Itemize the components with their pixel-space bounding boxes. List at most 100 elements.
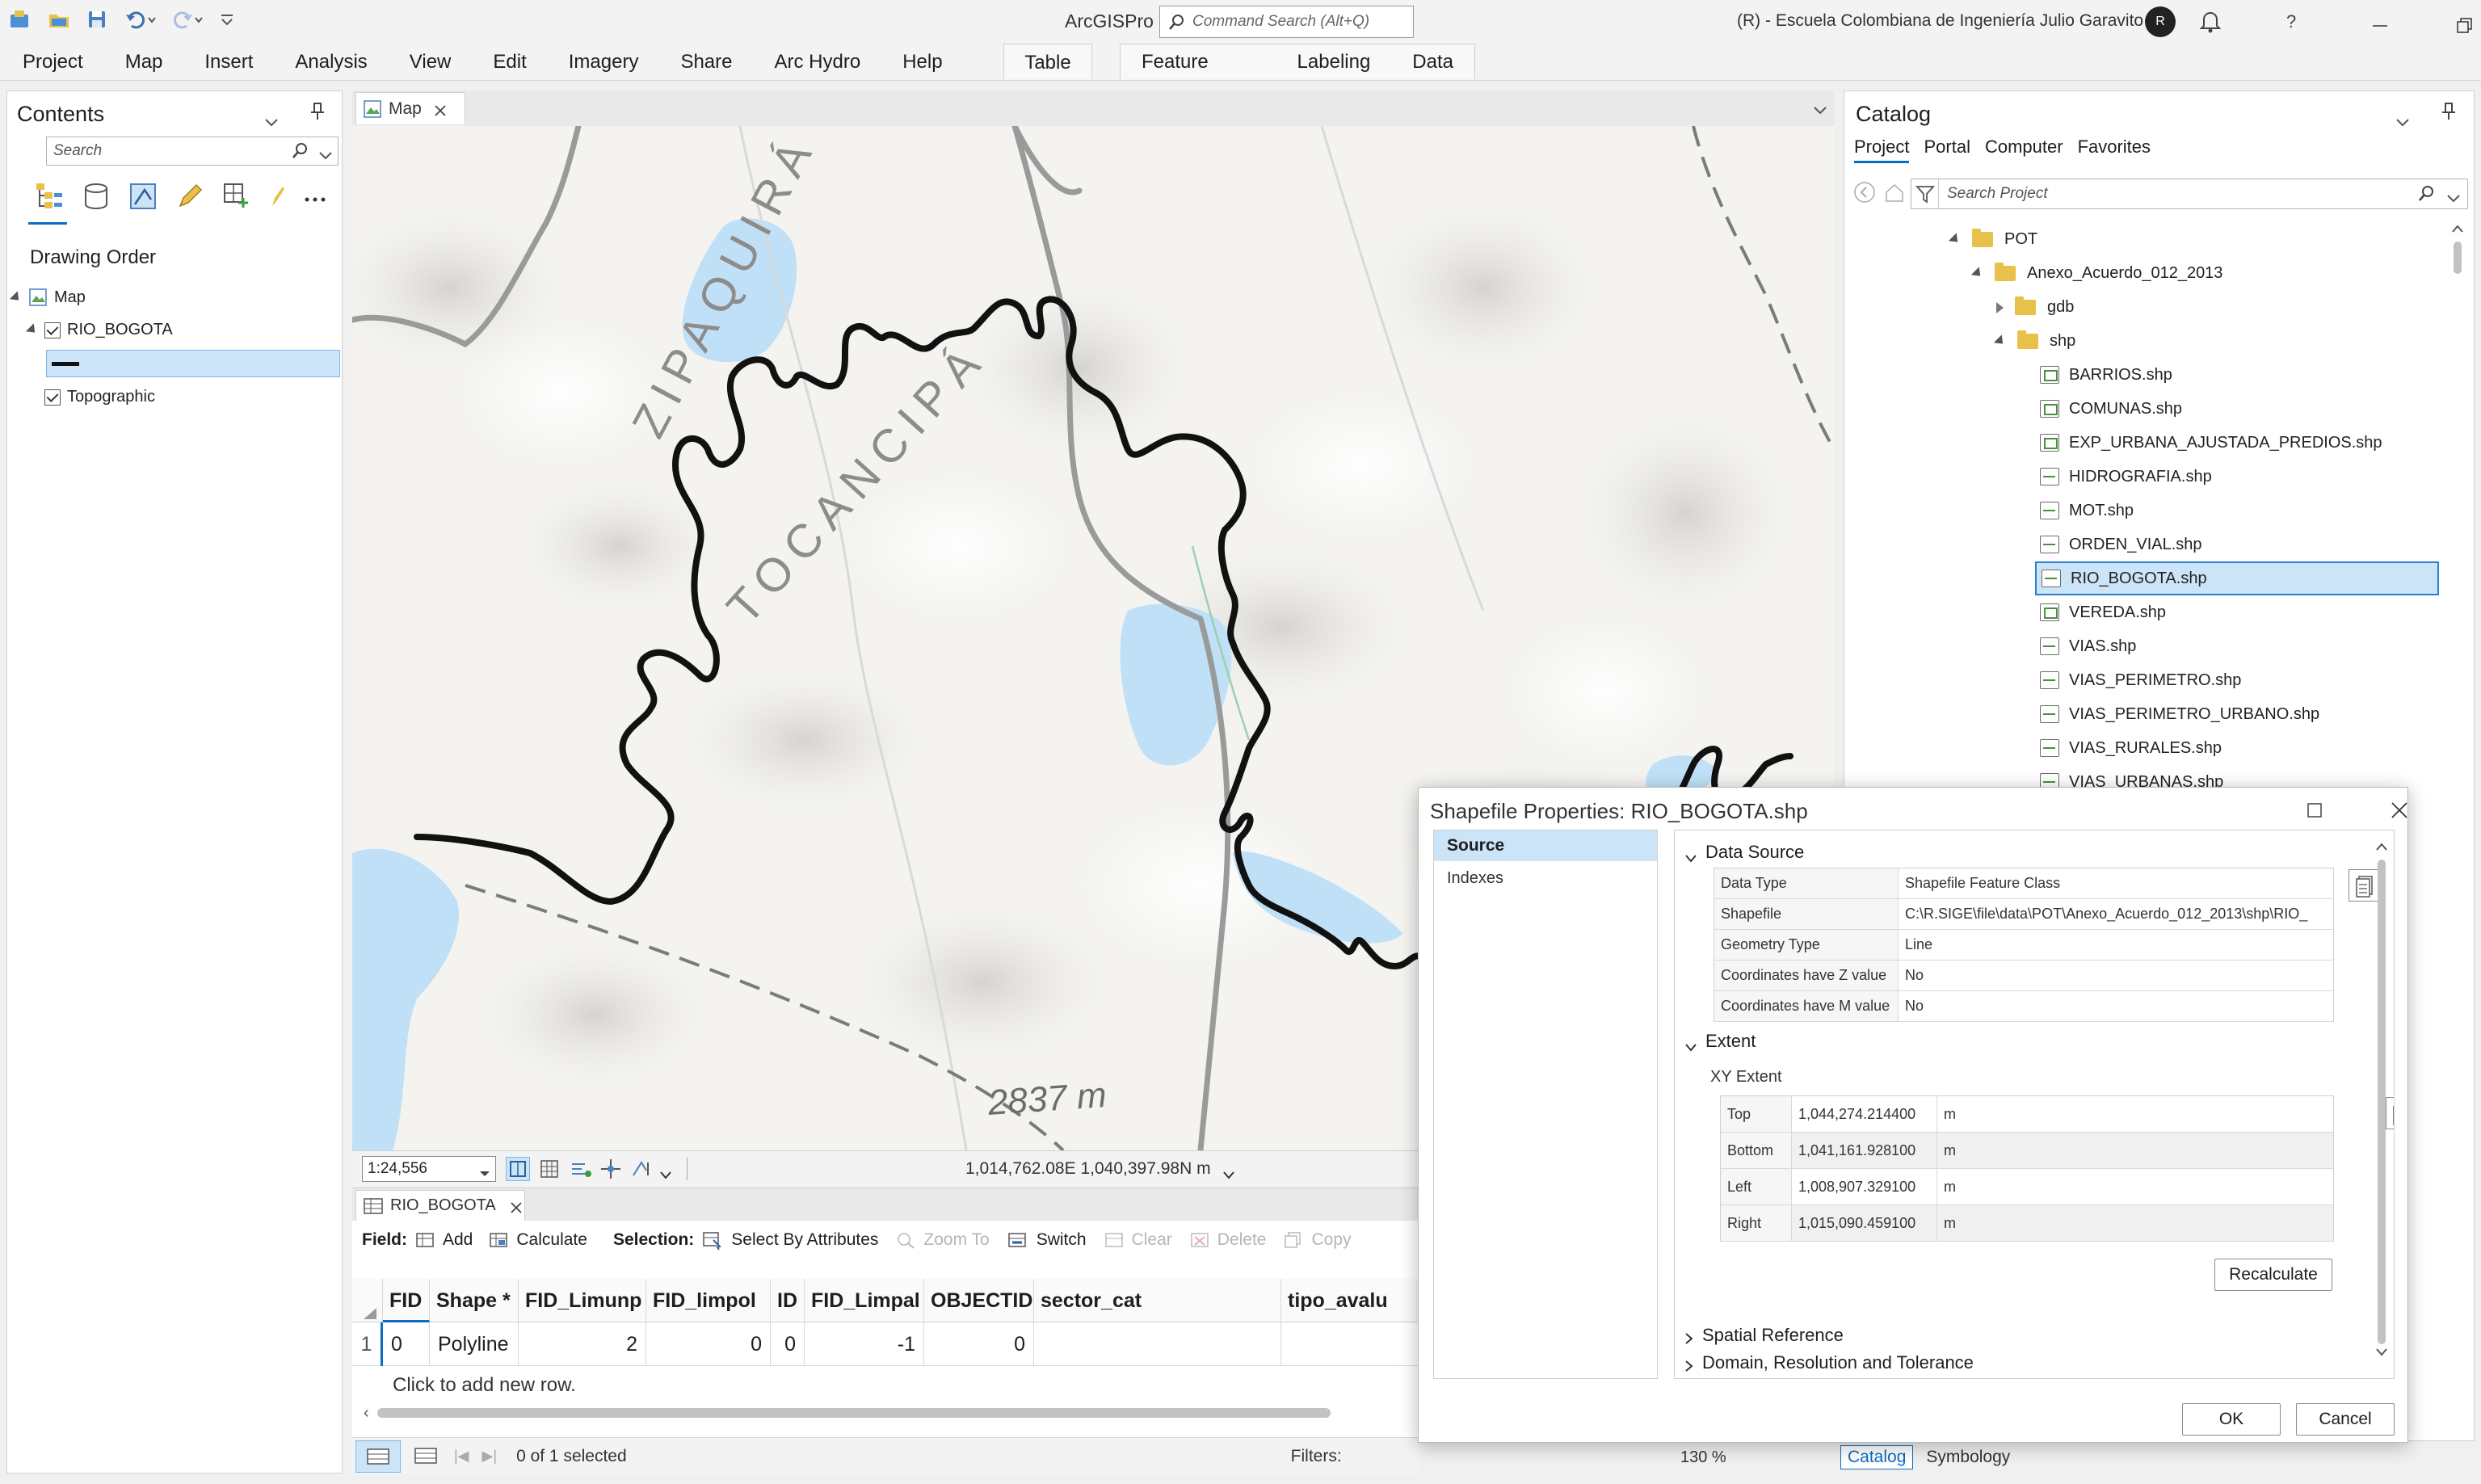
command-search[interactable]: Command Search (Alt+Q) [1159,6,1414,38]
nav-item-indexes[interactable]: Indexes [1434,861,1657,895]
switch-selection-icon[interactable] [1007,1231,1028,1249]
data-source-value[interactable]: No [1898,960,2334,991]
cell-fid-limunp[interactable]: 2 [519,1322,646,1366]
list-item[interactable]: MOT.shp [2035,494,2439,528]
close-tab-icon[interactable] [509,1199,524,1213]
cell-fid[interactable]: 0 [383,1322,430,1366]
more-options-icon[interactable] [303,182,327,211]
data-source-value[interactable]: Shapefile Feature Class [1898,868,2334,899]
save-project-icon[interactable] [86,8,110,31]
collapse-icon[interactable] [1996,301,2004,313]
minimize-icon[interactable] [2370,16,2390,36]
constraints-icon[interactable] [599,1158,624,1180]
snapping-icon[interactable] [569,1158,593,1180]
column-header-fid[interactable]: FID [383,1278,430,1322]
help-icon[interactable]: ? [2281,10,2302,34]
expand-chevron-icon[interactable] [1684,1356,1694,1372]
collapse-chevron-icon[interactable] [1684,847,1697,863]
tree-folder-gdb[interactable]: gdb [1996,296,2074,317]
catalog-tab-favorites[interactable]: Favorites [2078,137,2151,163]
dialog-vertical-scrollbar[interactable] [2373,839,2391,1372]
chevron-down-icon[interactable] [318,145,333,160]
list-by-labeling-icon[interactable] [269,182,285,211]
cell-objectid[interactable]: 0 [924,1322,1034,1366]
list-item[interactable]: COMUNAS.shp [2035,392,2439,426]
redo-icon[interactable] [171,8,204,31]
tree-folder-shp[interactable]: shp [1993,330,2075,351]
list-item[interactable]: VIAS_RURALES.shp [2035,731,2439,765]
list-by-data-source-icon[interactable] [82,182,111,211]
customize-toolbar-icon[interactable] [218,8,238,31]
close-dialog-icon[interactable] [2390,801,2409,820]
tab-project[interactable]: Project [2,44,104,81]
close-tab-icon[interactable] [433,102,448,116]
expand-icon[interactable] [1970,267,1985,280]
scale-dropdown[interactable]: 1:24,556 [362,1155,496,1182]
cell-sector-cat[interactable] [1034,1322,1281,1366]
list-item[interactable]: VIAS_PERIMETRO.shp [2035,663,2439,697]
show-selected-records-icon[interactable] [409,1440,441,1473]
list-by-drawing-order-icon[interactable] [35,182,64,211]
cell-shape[interactable]: Polyline [430,1322,519,1366]
show-all-records-icon[interactable] [355,1440,401,1473]
pane-menu-chevron-icon[interactable] [2395,112,2410,127]
expand-chevron-icon[interactable] [1684,1329,1694,1344]
list-item[interactable]: BARRIOS.shp [2035,358,2439,392]
select-by-attributes-button[interactable]: Select By Attributes [731,1230,878,1250]
tab-table[interactable]: Table [1003,44,1092,79]
chevron-down-icon[interactable] [2446,188,2461,203]
column-header-id[interactable]: ID [771,1278,805,1322]
column-header-fid-limpal[interactable]: FID_Limpal [805,1278,924,1322]
grid-icon[interactable] [538,1158,561,1180]
data-source-value[interactable]: C:\R.SIGE\file\data\POT\Anexo_Acuerdo_01… [1898,898,2334,930]
restore-icon[interactable] [2455,16,2475,36]
list-item-selected[interactable]: RIO_BOGOTA.shp [2035,561,2439,595]
data-source-section-header[interactable]: Data Source [1684,842,1804,863]
extent-value[interactable]: 1,044,274.214400 [1791,1095,1937,1133]
list-item[interactable]: VIAS.shp [2035,629,2439,663]
tab-help[interactable]: Help [881,44,963,81]
data-source-value[interactable]: Line [1898,929,2334,961]
filter-icon[interactable] [1911,179,1939,208]
calculate-field-button[interactable]: Calculate [516,1230,587,1250]
scrollbar-thumb[interactable] [2454,242,2462,274]
back-icon[interactable] [1852,180,1877,204]
table-row[interactable]: 1 0 Polyline 2 0 0 -1 0 [352,1322,1419,1366]
collapse-chevron-icon[interactable] [1684,1036,1697,1052]
tree-layer-rio-bogota[interactable]: RIO_BOGOTA [25,321,173,339]
tab-list-chevron-icon[interactable] [1813,100,1827,115]
layer-visibility-checkbox[interactable] [44,322,61,338]
row-number[interactable]: 1 [352,1322,383,1366]
bottom-tab-symbology[interactable]: Symbology [1921,1446,2015,1469]
pane-menu-chevron-icon[interactable] [264,112,279,127]
scrollbar-thumb[interactable] [376,1408,1331,1418]
domain-section-header[interactable]: Domain, Resolution and Tolerance [1684,1352,1974,1373]
tree-map[interactable]: Map [9,288,86,307]
cancel-button[interactable]: Cancel [2296,1403,2395,1436]
layer-symbol-row[interactable] [46,350,340,377]
list-by-snapping-icon[interactable] [222,182,251,211]
tree-folder-anexo[interactable]: Anexo_Acuerdo_012_2013 [1970,263,2222,283]
contents-search[interactable]: Search [46,137,339,166]
column-header-shape[interactable]: Shape * [430,1278,519,1322]
search-icon[interactable] [291,141,310,161]
home-icon[interactable] [1883,180,1906,204]
spatial-reference-section-header[interactable]: Spatial Reference [1684,1325,1844,1346]
dropdown-arrow-icon[interactable] [479,1165,490,1176]
column-header-fid-limpol[interactable]: FID_limpol [646,1278,771,1322]
catalog-vertical-scrollbar[interactable] [2449,221,2466,1432]
expand-icon[interactable] [1993,334,2008,348]
tab-edit[interactable]: Edit [472,44,547,81]
list-item[interactable]: EXP_URBANA_AJUSTADA_PREDIOS.shp [2035,426,2439,460]
tab-feature-layer[interactable]: Feature Layer [1121,44,1276,110]
tab-map-view[interactable]: Map [355,92,465,124]
catalog-search[interactable]: Search Project [1911,179,2468,209]
bottom-tab-catalog[interactable]: Catalog [1840,1445,1914,1469]
scroll-left-icon[interactable]: ‹ [364,1404,369,1423]
tab-map[interactable]: Map [104,44,184,81]
extent-value[interactable]: 1,015,090.459100 [1791,1204,1937,1242]
expand-icon[interactable] [9,290,23,305]
cell-id[interactable]: 0 [771,1322,805,1366]
zoom-level[interactable]: 130 % [1680,1448,1726,1467]
extent-section-header[interactable]: Extent [1684,1031,1756,1052]
